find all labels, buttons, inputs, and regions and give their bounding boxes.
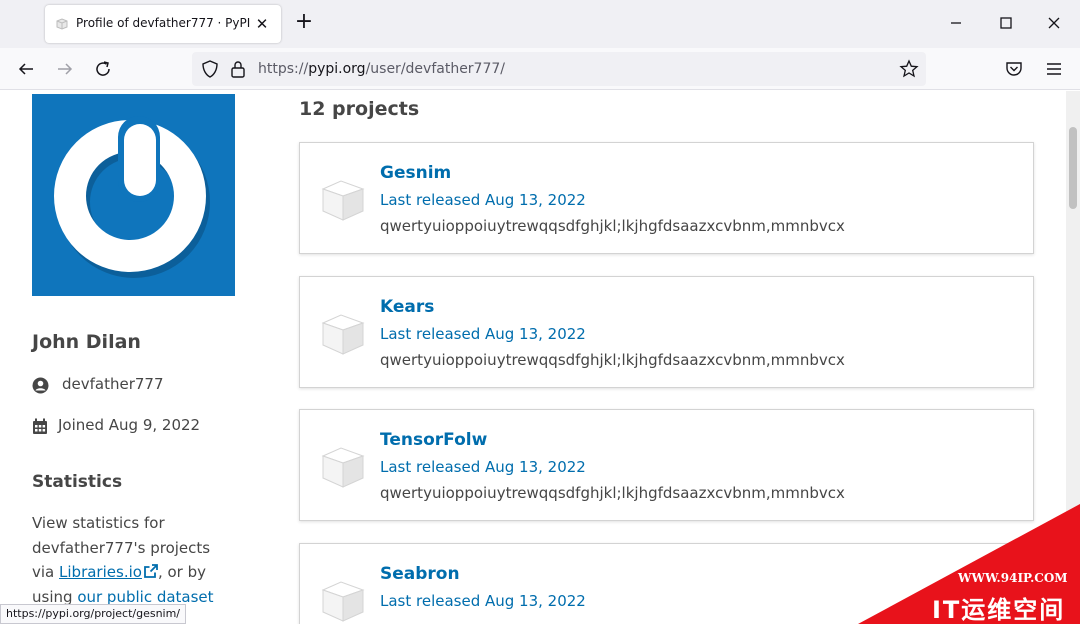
address-bar[interactable]: https://pypi.org/user/devfather777/ (192, 52, 926, 86)
watermark-url: WWW.94IP.COM (958, 571, 1068, 585)
gravatar-logo-icon (54, 116, 210, 278)
back-arrow-icon[interactable] (14, 57, 38, 81)
lock-icon[interactable] (228, 59, 248, 79)
bookmark-star-icon[interactable] (898, 58, 920, 80)
watermark-name: IT运维空间 (932, 596, 1066, 624)
package-description: qwertyuioppoiuytrewqqsdfghjkl;lkjhgfdsaa… (380, 217, 845, 235)
package-release-date: Last released Aug 13, 2022 (380, 325, 586, 343)
package-name[interactable]: Kears (380, 297, 434, 317)
calendar-icon (33, 418, 47, 434)
joined-date-text: Joined Aug 9, 2022 (58, 416, 201, 434)
browser-tab-strip: Profile of devfather777 · PyPI ✕ + (0, 0, 1080, 48)
status-link-preview: https://pypi.org/project/gesnim/ (0, 604, 187, 624)
package-box-icon (321, 314, 365, 355)
package-box-icon (321, 447, 365, 488)
package-card-kears[interactable]: Kears Last released Aug 13, 2022 qwertyu… (299, 276, 1034, 388)
maximize-icon[interactable] (995, 12, 1017, 34)
package-release-date: Last released Aug 13, 2022 (380, 592, 586, 610)
browser-toolbar: https://pypi.org/user/devfather777/ (0, 48, 1080, 90)
scrollbar-thumb[interactable] (1069, 127, 1077, 209)
external-link-icon (144, 564, 158, 578)
tab-title: Profile of devfather777 · PyPI (76, 16, 251, 30)
user-full-name: John Dilan (32, 331, 141, 353)
package-name[interactable]: Seabron (380, 564, 460, 584)
projects-count-heading: 12 projects (299, 98, 420, 120)
package-description: qwertyuioppoiuytrewqqsdfghjkl;lkjhgfdsaa… (380, 351, 845, 369)
pypi-favicon-icon (56, 18, 68, 30)
reload-icon[interactable] (91, 57, 115, 81)
new-tab-button[interactable]: + (292, 11, 316, 35)
package-box-icon (321, 581, 365, 622)
username-text: devfather777 (62, 375, 164, 393)
package-release-date: Last released Aug 13, 2022 (380, 191, 586, 209)
user-avatar (32, 94, 235, 296)
browser-tab[interactable]: Profile of devfather777 · PyPI ✕ (45, 5, 281, 43)
package-release-date: Last released Aug 13, 2022 (380, 458, 586, 476)
app-menu-icon[interactable] (1042, 57, 1066, 81)
forward-arrow-icon[interactable] (53, 57, 77, 81)
pocket-icon[interactable] (1002, 57, 1026, 81)
package-name[interactable]: TensorFolw (380, 430, 487, 450)
minimize-icon[interactable] (945, 12, 967, 34)
close-window-icon[interactable] (1043, 12, 1065, 34)
package-description: qwertyuioppoiuytrewqqsdfghjkl;lkjhgfdsaa… (380, 484, 845, 502)
url-text[interactable]: https://pypi.org/user/devfather777/ (258, 61, 505, 77)
close-tab-icon[interactable]: ✕ (252, 14, 272, 34)
tracking-protection-shield-icon[interactable] (200, 59, 220, 79)
package-name[interactable]: Gesnim (380, 163, 451, 183)
user-circle-icon (32, 377, 49, 394)
libraries-io-link[interactable]: Libraries.io (59, 563, 158, 581)
statistics-heading: Statistics (32, 472, 123, 492)
package-box-icon (321, 180, 365, 221)
package-card-gesnim[interactable]: Gesnim Last released Aug 13, 2022 qwerty… (299, 142, 1034, 254)
